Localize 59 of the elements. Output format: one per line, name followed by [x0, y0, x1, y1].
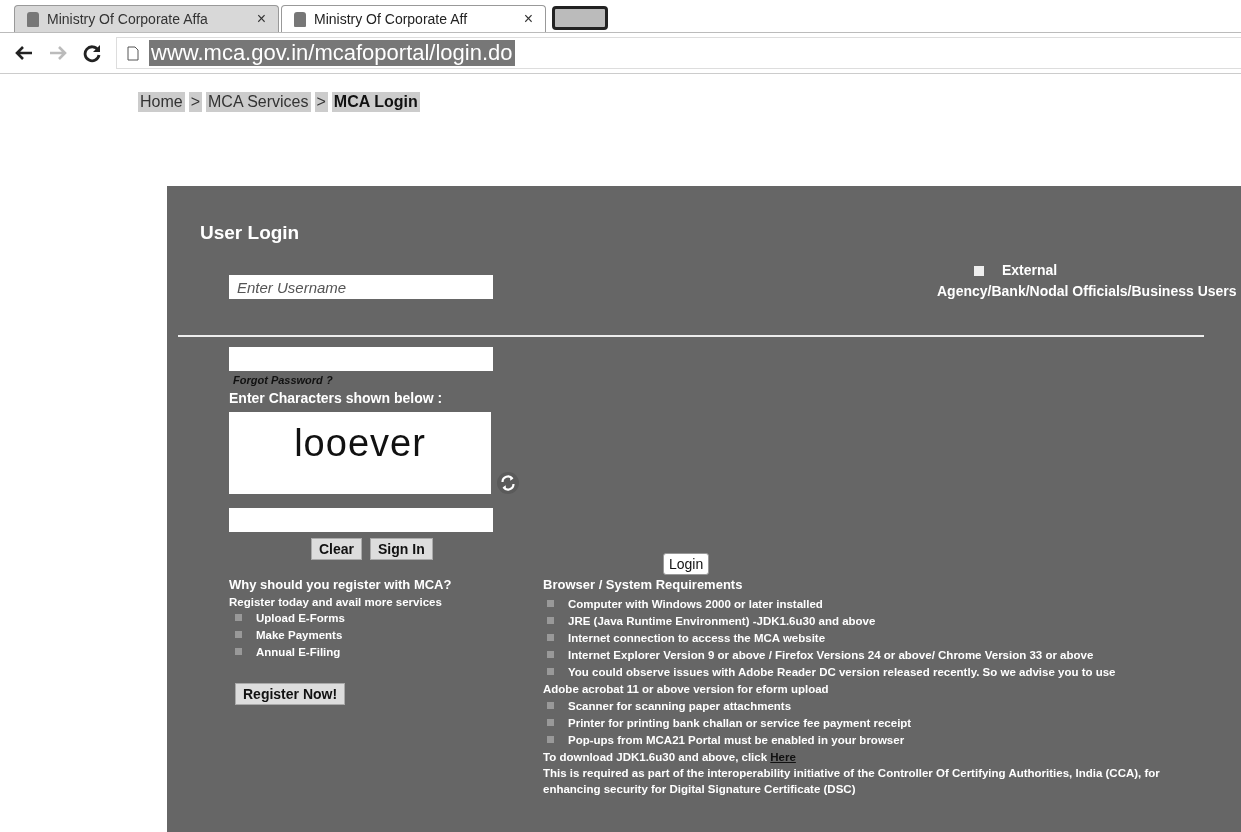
section-heading: Browser / System Requirements: [543, 577, 744, 592]
bullet-icon: [547, 719, 554, 726]
list-item: Computer with Windows 2000 or later installed: [568, 598, 823, 610]
list-item: You could observe issues with Adobe Reader DC version released recently. So we advise you to use: [568, 666, 1116, 678]
bullet-icon: [547, 600, 554, 607]
register-button[interactable]: Register Now!: [235, 683, 346, 705]
list-item: Internet connection to access the MCA website: [568, 632, 826, 644]
bullet-icon: [547, 702, 554, 709]
tab-title: Ministry Of Corporate Aff: [314, 11, 469, 27]
checkbox-label: Agency/Bank/Nodal Officials/Business Users: [937, 282, 1237, 301]
list-item: Internet Explorer Version 9 or above / Firefox Versions 24 or above/ Chrome Version 33 or above: [568, 649, 1094, 661]
tab-title: Ministry Of Corporate Affa: [47, 11, 209, 27]
list-item: JRE (Java Runtime Environment) -JDK1.6u30 and above: [568, 615, 876, 627]
form-button[interactable]: Clear: [311, 538, 363, 560]
tooltip: Login: [663, 553, 710, 575]
download-text: To download JDK1.6u30 and above, click Here: [543, 750, 797, 765]
breadcrumb-separator: >: [314, 92, 328, 112]
note-text: This is required as part of the interoperability initiative of the Controller Of Certifying Authorities, India (CCA), for enhancing security for Digital Signature Certificate (DSC): [543, 766, 1161, 797]
bullet-icon: [547, 736, 554, 743]
bullet-icon: [235, 648, 242, 655]
breadcrumb-link[interactable]: MCA Services: [206, 92, 311, 112]
checkbox[interactable]: [974, 265, 984, 276]
password-field[interactable]: [229, 347, 493, 371]
bullet-icon: [547, 651, 554, 658]
breadcrumb-link[interactable]: Home: [138, 92, 185, 112]
username-field[interactable]: Enter Username: [229, 275, 493, 299]
new-tab-button[interactable]: [552, 6, 608, 30]
form-button[interactable]: Sign In: [370, 538, 433, 560]
captcha-prompt: Enter Characters shown below :: [229, 390, 443, 406]
list-item: Pop-ups from MCA21 Portal must be enabled in your browser: [568, 734, 905, 746]
list-item: Scanner for scanning paper attachments: [568, 700, 792, 712]
section-heading: Why should you register with MCA?: [229, 577, 453, 592]
refresh-icon[interactable]: [497, 472, 519, 494]
checkbox-label: External: [1002, 261, 1058, 280]
captcha-text: looever: [294, 422, 426, 465]
close-icon[interactable]: ×: [523, 10, 533, 28]
intro-text: Register today and avail more services: [229, 596, 443, 608]
list-item-continued: Adobe acrobat 11 or above version for eform upload: [543, 683, 829, 695]
captcha-field[interactable]: [229, 508, 493, 532]
reload-icon[interactable]: [82, 43, 102, 63]
emblem-icon: [27, 11, 39, 27]
page-icon: [127, 45, 139, 61]
breadcrumb-separator: >: [188, 92, 203, 112]
list-item: Printer for printing bank challan or service fee payment receipt: [568, 717, 912, 729]
browser-tab[interactable]: Ministry Of Corporate Affa ×: [14, 5, 279, 32]
bullet-icon: [547, 668, 554, 675]
browser-tab[interactable]: Ministry Of Corporate Aff ×: [281, 5, 546, 32]
list-item: Make Payments: [256, 629, 343, 641]
bullet-icon: [547, 634, 554, 641]
panel-title: User Login: [199, 221, 301, 245]
bullet-icon: [235, 631, 242, 638]
url-text: www.mca.gov.in/mcafoportal/login.do: [149, 40, 515, 66]
list-item: Annual E-Filing: [256, 646, 341, 658]
list-item: Upload E-Forms: [256, 612, 345, 624]
bullet-icon: [547, 617, 554, 624]
emblem-icon: [294, 11, 306, 27]
close-icon[interactable]: ×: [256, 10, 266, 28]
address-bar[interactable]: www.mca.gov.in/mcafoportal/login.do: [116, 37, 1241, 69]
bullet-icon: [235, 614, 242, 621]
